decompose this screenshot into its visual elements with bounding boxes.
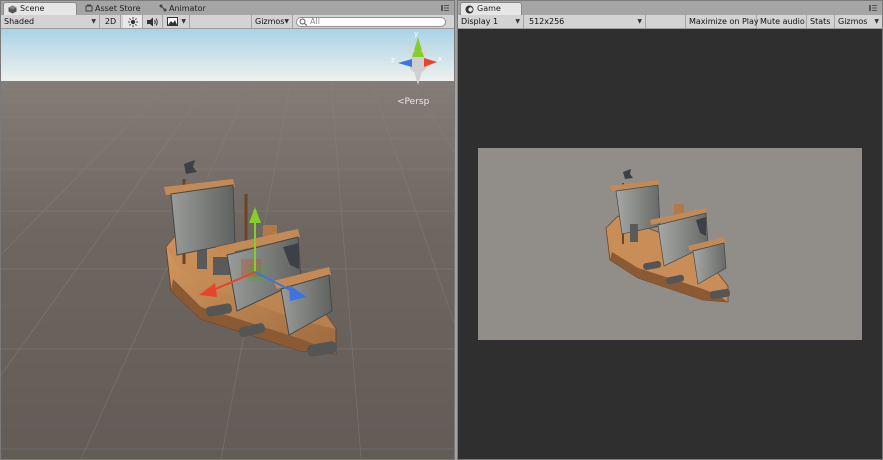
game-viewport[interactable] [458,29,882,459]
chevron-down-icon: ▼ [515,18,520,25]
mode-2d-label: 2D [104,17,117,26]
chevron-down-icon: ▼ [91,18,96,25]
chevron-down-icon: ▼ [874,18,879,25]
tab-scene[interactable]: Scene [3,2,77,15]
scene-toolbar: Shaded ▼ 2D ▼ Gizmos ▼ All [1,15,454,29]
stats-label: Stats [810,17,831,26]
sun-icon [128,17,138,27]
search-input[interactable]: All [296,17,446,27]
game-render-canvas [478,148,862,340]
stats-toggle[interactable]: Stats [807,15,835,28]
tab-game[interactable]: Game [460,2,522,15]
gizmos-label: Gizmos [255,17,285,26]
asset-store-icon [85,4,93,12]
tab-game-label: Game [477,4,501,13]
game-gizmos-label: Gizmos [838,17,868,26]
scene-panel: Scene Asset Store Animator Shaded ▼ 2D ▼… [0,0,455,460]
resolution-dropdown[interactable]: 512x256 ▼ [526,15,646,28]
svg-text:x: x [438,55,442,63]
svg-text:z: z [391,56,395,64]
speaker-icon [147,17,158,27]
draw-mode-dropdown[interactable]: Shaded ▼ [1,15,100,28]
lighting-toggle[interactable] [123,15,143,28]
maximize-on-play-toggle[interactable]: Maximize on Play [685,15,759,28]
svg-text:y: y [414,30,418,38]
tab-animator-label: Animator [169,4,206,13]
chevron-down-icon: ▼ [181,18,186,25]
draw-mode-label: Shaded [4,17,35,26]
search-placeholder: All [310,17,320,26]
game-ship-render [605,169,731,303]
game-gizmos-dropdown[interactable]: Gizmos ▼ [835,15,882,28]
resolution-label: 512x256 [529,17,565,26]
audio-toggle[interactable] [143,15,163,28]
scene-tabstrip: Scene Asset Store Animator [1,1,454,15]
gizmos-dropdown[interactable]: Gizmos ▼ [251,15,293,28]
projection-toggle[interactable]: <Persp [397,97,429,107]
scene-icon [8,5,17,14]
tab-asset-store[interactable]: Asset Store [85,3,141,15]
game-toolbar: Display 1 ▼ 512x256 ▼ Maximize on Play M… [458,15,882,29]
game-controller-icon [465,5,474,14]
tab-asset-store-label: Asset Store [95,4,141,13]
game-tabstrip: Game [458,1,882,15]
game-tab-menu-icon[interactable] [868,4,878,12]
tab-animator[interactable]: Animator [159,3,206,15]
mute-audio-label: Mute audio [760,17,805,26]
chevron-down-icon: ▼ [284,18,289,25]
persp-arrow-icon: < [397,97,405,107]
display-label: Display 1 [461,17,499,26]
tab-scene-label: Scene [20,4,45,13]
maximize-on-play-label: Maximize on Play [689,17,759,26]
game-panel: Game Display 1 ▼ 512x256 ▼ Maximize on P… [457,0,883,460]
scene-tab-menu-icon[interactable] [440,4,450,12]
scene-viewport[interactable]: y x z <Persp [1,29,454,459]
display-dropdown[interactable]: Display 1 ▼ [458,15,524,28]
mode-2d-toggle[interactable]: 2D [101,15,121,28]
image-effects-icon [167,17,178,26]
projection-label: Persp [404,97,430,107]
animator-icon [159,4,167,12]
scene-3d-view: y x z [1,29,454,459]
search-icon [299,18,308,26]
effects-dropdown[interactable]: ▼ [164,15,190,28]
mute-audio-toggle[interactable]: Mute audio [757,15,807,28]
chevron-down-icon: ▼ [637,18,642,25]
